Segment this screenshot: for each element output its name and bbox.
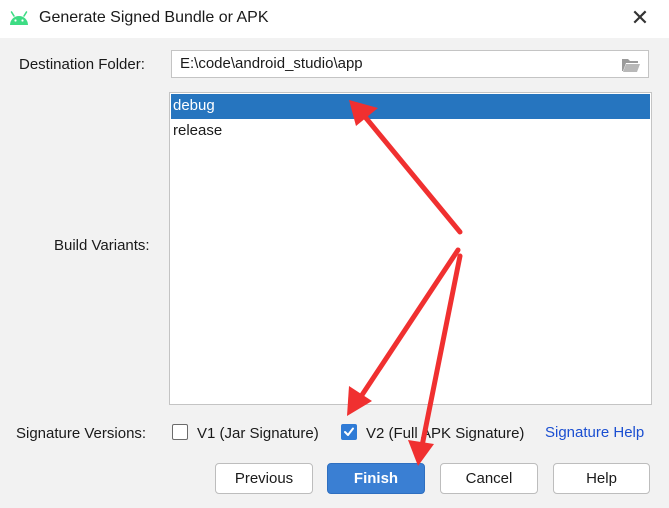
v2-label[interactable]: V2 (Full APK Signature) [366,425,524,442]
variant-debug[interactable]: debug [171,94,650,119]
window-title: Generate Signed Bundle or APK [39,9,269,26]
destination-folder-value: E:\code\android_studio\app [180,55,363,72]
cancel-button[interactable]: Cancel [440,463,538,494]
v1-label[interactable]: V1 (Jar Signature) [197,425,319,442]
android-icon [10,11,28,25]
v1-checkbox[interactable] [172,424,188,440]
close-icon[interactable]: ✕ [626,4,654,32]
signature-help-link[interactable]: Signature Help [545,424,644,441]
destination-folder-label: Destination Folder: [19,56,145,73]
build-variants-label: Build Variants: [54,237,150,254]
title-bar: Generate Signed Bundle or APK ✕ [0,0,669,38]
build-variants-list[interactable]: debug release [169,92,652,405]
finish-button[interactable]: Finish [327,463,425,494]
previous-button[interactable]: Previous [215,463,313,494]
signature-versions-label: Signature Versions: [16,425,147,442]
v2-checkbox[interactable] [341,424,357,440]
variant-release[interactable]: release [171,119,650,144]
help-button[interactable]: Help [553,463,650,494]
destination-folder-field[interactable]: E:\code\android_studio\app [171,50,649,78]
folder-icon[interactable] [621,57,641,73]
checkmark-icon [344,427,354,436]
